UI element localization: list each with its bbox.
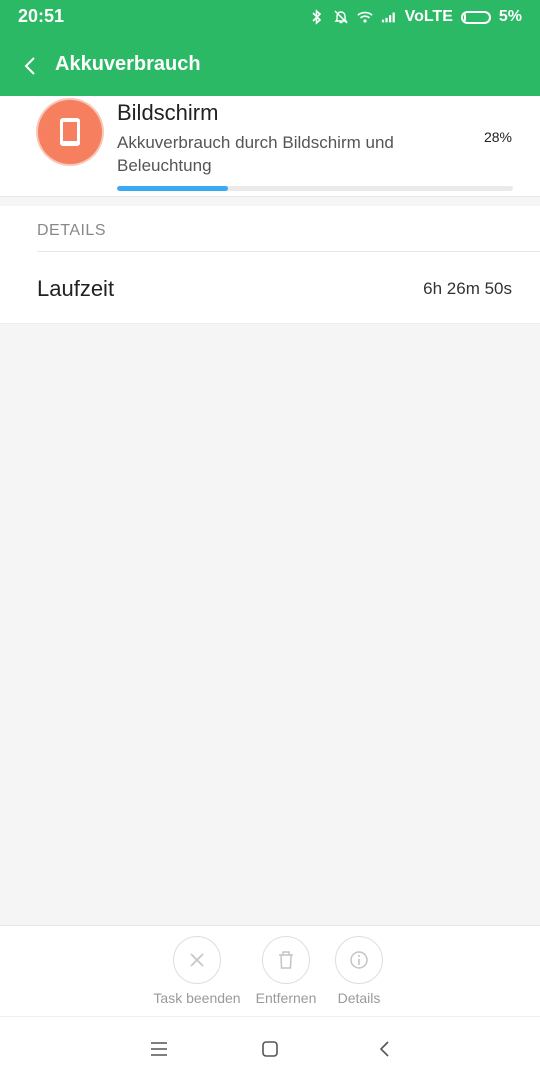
battery-level: 5% <box>498 8 522 25</box>
back-button[interactable] <box>14 50 46 82</box>
details-header: DETAILS <box>37 222 106 239</box>
home-icon <box>262 1041 278 1057</box>
signal-icon <box>381 9 397 25</box>
navigation-bar <box>0 1016 540 1080</box>
details-divider <box>37 251 540 252</box>
action-bar: Task beenden Entfernen Details <box>0 925 540 1016</box>
status-time: 20:51 <box>18 6 65 26</box>
battery-icon <box>460 10 491 24</box>
details-button[interactable]: Details <box>309 936 409 1016</box>
trash-icon <box>262 936 310 984</box>
info-icon <box>335 936 383 984</box>
toolbar: Akkuverbrauch <box>0 40 540 92</box>
chevron-left-icon <box>24 57 35 75</box>
details-label: Details <box>337 990 381 1006</box>
notifications-off-icon <box>333 9 349 25</box>
app-header: 20:51 VoLTE 5% Akkuverbrauch <box>0 0 540 96</box>
end-task-button[interactable]: Task beenden <box>147 936 247 1016</box>
back-icon <box>379 1041 389 1057</box>
tablet-icon <box>38 100 102 164</box>
runtime-value: 6h 26m 50s <box>423 279 512 298</box>
usage-percent: 28% <box>483 129 512 145</box>
menu-button[interactable] <box>143 1033 175 1065</box>
home-button[interactable] <box>254 1033 286 1065</box>
details-section: DETAILS Laufzeit 6h 26m 50s <box>0 206 540 324</box>
status-icons: VoLTE 5% <box>309 6 522 28</box>
end-task-label: Task beenden <box>153 990 241 1006</box>
bluetooth-icon <box>309 9 325 25</box>
page-title: Akkuverbrauch <box>55 53 201 75</box>
app-usage-card: Bildschirm Akkuverbrauch durch Bildschir… <box>0 96 540 197</box>
close-icon <box>173 936 221 984</box>
app-name: Bildschirm <box>117 100 219 125</box>
system-back-button[interactable] <box>368 1033 400 1065</box>
status-bar: 20:51 VoLTE 5% <box>0 0 540 34</box>
menu-icon <box>151 1042 167 1056</box>
app-description: Akkuverbrauch durch Bildschirm und Beleu… <box>117 133 394 175</box>
network-label: VoLTE <box>404 8 453 25</box>
wifi-icon <box>356 9 373 25</box>
usage-progress-fill <box>117 186 228 191</box>
runtime-label: Laufzeit <box>37 276 115 301</box>
usage-progress-bar <box>117 186 513 191</box>
